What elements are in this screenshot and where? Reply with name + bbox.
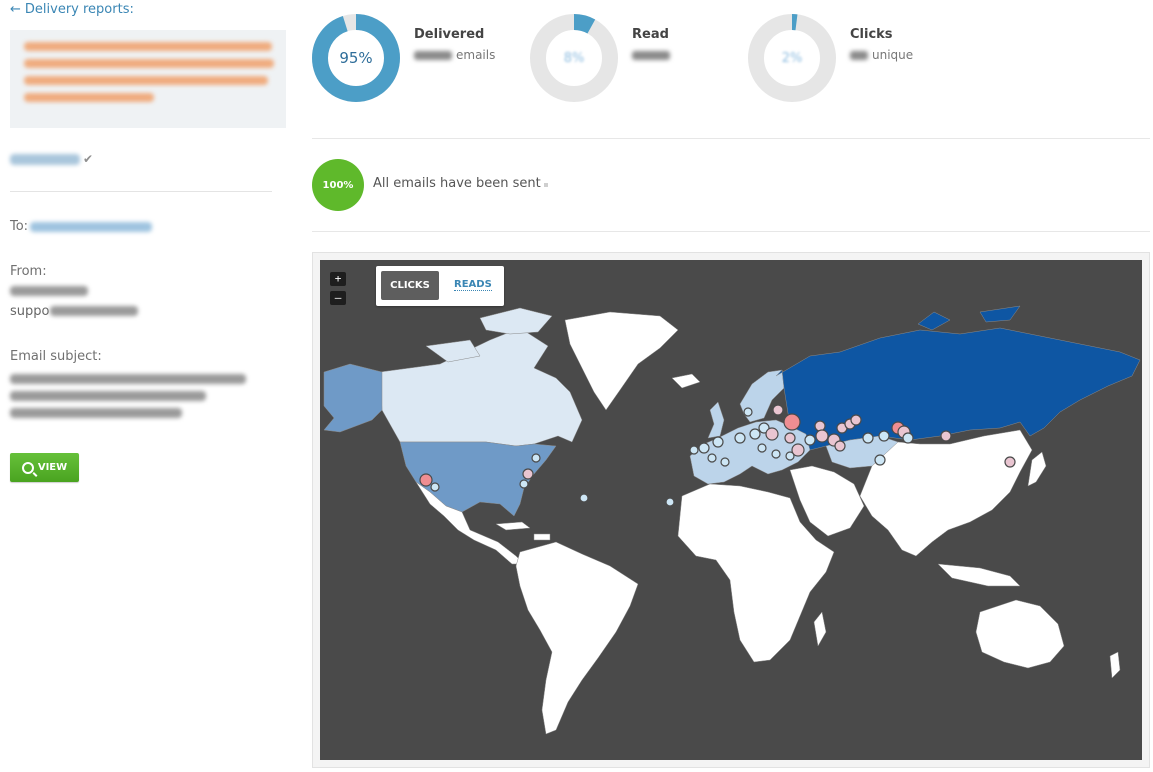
city-marker[interactable] (720, 457, 730, 467)
city-marker[interactable] (834, 440, 846, 452)
city-marker[interactable] (698, 442, 710, 454)
city-marker[interactable] (940, 430, 952, 442)
read-count (632, 48, 674, 62)
canada-region (379, 327, 583, 447)
south-america-region (515, 541, 639, 735)
city-marker[interactable] (430, 482, 440, 492)
city-marker[interactable] (902, 432, 914, 444)
left-divider (10, 191, 272, 192)
view-email-button[interactable]: VIEW (10, 453, 79, 482)
alaska-region (323, 363, 383, 433)
map-zoom-out-button[interactable]: – (330, 291, 346, 305)
greenland-region (564, 311, 679, 411)
arrow-left-icon: ← (10, 2, 21, 17)
iceland-region (671, 373, 701, 389)
from-name (10, 286, 88, 296)
back-to-delivery-reports-link[interactable]: ← Delivery reports: (10, 2, 134, 17)
city-marker[interactable] (707, 453, 717, 463)
australia-region (975, 599, 1065, 669)
read-percent: 8% (563, 50, 585, 66)
subject-label: Email subject: (10, 349, 102, 364)
from-email: suppo (10, 304, 139, 319)
tab-clicks[interactable]: CLICKS (381, 271, 439, 300)
subject-line-2 (10, 391, 206, 401)
email-preview-card[interactable] (10, 30, 286, 128)
back-link-label: Delivery reports: (24, 2, 134, 17)
city-marker[interactable] (519, 479, 529, 489)
recipient-list-link[interactable] (30, 222, 152, 232)
delivered-title: Delivered (414, 27, 485, 42)
clicks-count: unique (850, 48, 913, 62)
city-marker[interactable] (1004, 456, 1016, 468)
city-marker[interactable] (765, 427, 779, 441)
city-marker[interactable] (772, 404, 784, 416)
subject-line-3 (10, 408, 182, 418)
city-marker[interactable] (783, 413, 801, 431)
city-marker[interactable] (757, 443, 767, 453)
city-marker[interactable] (665, 497, 675, 507)
sent-progress-badge: 100% (312, 159, 364, 211)
city-marker[interactable] (862, 432, 874, 444)
from-label: From: (10, 264, 47, 279)
city-marker[interactable] (874, 454, 886, 466)
madagascar-region (813, 611, 827, 647)
map-zoom-in-button[interactable]: + (330, 272, 346, 286)
status-divider (312, 231, 1150, 232)
japan-region (1027, 451, 1047, 487)
novaya-zemlya-region (917, 305, 1021, 331)
city-marker[interactable] (850, 414, 862, 426)
world-map-svg (323, 305, 1141, 735)
city-marker[interactable] (804, 434, 816, 446)
city-marker[interactable] (712, 436, 724, 448)
city-marker[interactable] (878, 430, 890, 442)
caribbean-region (495, 521, 551, 541)
city-marker[interactable] (771, 449, 781, 459)
tab-reads[interactable]: READS (454, 279, 492, 291)
city-marker[interactable] (815, 429, 829, 443)
world-map[interactable]: + – (320, 260, 1142, 760)
clicks-title: Clicks (850, 27, 893, 42)
subject-line-1 (10, 374, 246, 384)
status-dot (544, 183, 548, 187)
zoom-in-icon (21, 461, 34, 474)
read-title: Read (632, 27, 669, 42)
delivered-count: emails (414, 48, 495, 62)
sent-status-text: All emails have been sent (373, 176, 541, 191)
sender-name: ✔ (10, 152, 93, 166)
city-marker[interactable] (785, 451, 795, 461)
city-marker[interactable] (814, 420, 826, 432)
city-marker[interactable] (734, 432, 746, 444)
to-label: To: (10, 219, 29, 234)
verified-check-icon: ✔ (83, 152, 94, 166)
city-marker[interactable] (784, 432, 796, 444)
city-marker[interactable] (743, 407, 753, 417)
view-button-label: VIEW (37, 462, 68, 473)
new-zealand-region (1109, 651, 1121, 679)
city-marker[interactable] (522, 468, 534, 480)
city-marker[interactable] (419, 473, 433, 487)
indonesia-region (937, 563, 1021, 587)
map-metric-tabs: CLICKS READS (376, 266, 504, 306)
clicks-percent: 2% (781, 50, 803, 66)
stats-divider (312, 138, 1150, 139)
city-marker[interactable] (749, 428, 761, 440)
uk-region (707, 401, 725, 439)
city-marker[interactable] (689, 445, 699, 455)
city-marker[interactable] (579, 493, 589, 503)
city-marker[interactable] (531, 453, 541, 463)
delivered-percent: 95% (339, 49, 373, 67)
russia-region (775, 327, 1141, 451)
